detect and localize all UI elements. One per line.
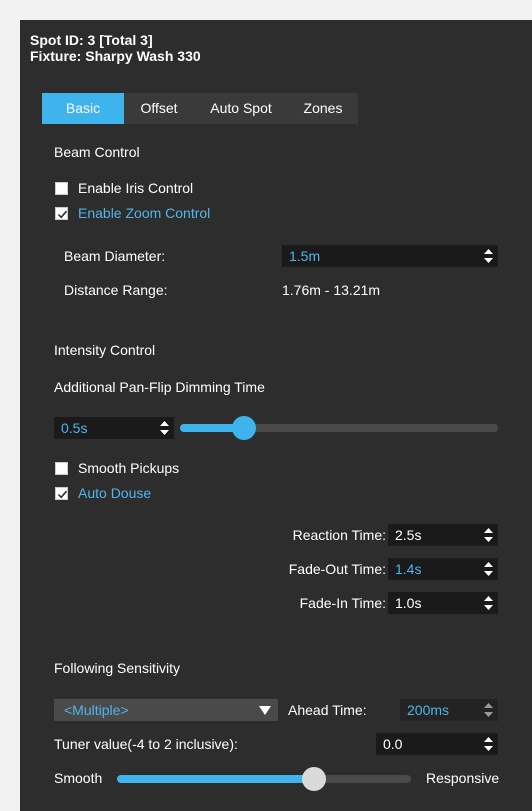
pan-flip-slider[interactable] [180, 416, 498, 440]
fade-out-time-spinbox[interactable]: 1.4s [388, 558, 498, 580]
spin-arrows-icon[interactable] [484, 703, 493, 717]
sensitivity-slider[interactable] [117, 767, 411, 791]
spin-arrows-icon[interactable] [484, 528, 493, 542]
beam-control-heading: Beam Control [54, 144, 140, 160]
smooth-pickups-label: Smooth Pickups [78, 460, 180, 476]
beam-diameter-value: 1.5m [289, 248, 321, 264]
tab-bar: Basic Offset Auto Spot Zones [42, 93, 358, 124]
enable-iris-label: Enable Iris Control [78, 180, 194, 196]
pan-flip-time-value: 0.5s [61, 420, 88, 436]
spin-arrows-icon[interactable] [484, 249, 493, 263]
sensitivity-slider-fill [117, 775, 314, 783]
distance-range-label: Distance Range: [64, 282, 168, 298]
spin-arrows-icon[interactable] [484, 596, 493, 610]
responsive-label: Responsive [426, 770, 500, 786]
pan-flip-time-spinbox[interactable]: 0.5s [54, 417, 174, 439]
spin-arrows-icon[interactable] [484, 562, 493, 576]
reaction-time-label: Reaction Time: [292, 527, 386, 543]
pan-flip-dimming-label: Additional Pan-Flip Dimming Time [54, 379, 265, 395]
reaction-time-value: 2.5s [395, 527, 422, 543]
enable-zoom-checkbox[interactable] [55, 207, 68, 220]
enable-zoom-label: Enable Zoom Control [78, 205, 211, 221]
tab-auto-spot[interactable]: Auto Spot [194, 93, 288, 124]
fixture-label: Fixture: Sharpy Wash 330 [30, 48, 201, 64]
spot-settings-panel: Spot ID: 3 [Total 3] Fixture: Sharpy Was… [20, 20, 532, 811]
intensity-control-heading: Intensity Control [54, 342, 156, 358]
distance-range-value: 1.76m - 13.21m [282, 282, 381, 298]
tab-offset[interactable]: Offset [124, 93, 194, 124]
smooth-pickups-checkbox[interactable] [55, 462, 68, 475]
tuner-value-label: Tuner value(-4 to 2 inclusive): [54, 736, 238, 752]
tab-zones[interactable]: Zones [288, 93, 358, 124]
fade-in-time-spinbox[interactable]: 1.0s [388, 592, 498, 614]
reaction-time-spinbox[interactable]: 2.5s [388, 524, 498, 546]
beam-diameter-label: Beam Diameter: [64, 248, 166, 264]
tuner-value-spinbox[interactable]: 0.0 [376, 733, 498, 755]
beam-diameter-spinbox[interactable]: 1.5m [282, 245, 498, 267]
following-sensitivity-heading: Following Sensitivity [54, 660, 181, 676]
spin-arrows-icon[interactable] [484, 737, 493, 751]
fade-out-time-label: Fade-Out Time: [288, 561, 386, 577]
dropdown-arrow-icon[interactable] [259, 706, 271, 715]
enable-iris-checkbox[interactable] [55, 182, 68, 195]
fade-in-time-value: 1.0s [395, 595, 422, 611]
pan-flip-slider-handle[interactable] [232, 416, 256, 440]
spot-id-label: Spot ID: 3 [Total 3] [30, 32, 153, 48]
sensitivity-slider-handle[interactable] [302, 767, 326, 791]
tuner-value: 0.0 [383, 736, 403, 752]
ahead-time-spinbox[interactable]: 200ms [400, 699, 498, 721]
auto-douse-checkbox[interactable] [55, 487, 68, 500]
spin-arrows-icon[interactable] [160, 421, 169, 435]
fade-in-time-label: Fade-In Time: [299, 595, 386, 611]
checkmark-icon [57, 490, 68, 499]
sensitivity-preset-value: <Multiple> [64, 702, 129, 718]
auto-douse-label: Auto Douse [78, 485, 152, 501]
sensitivity-preset-dropdown[interactable]: <Multiple> [54, 699, 278, 721]
ahead-time-label: Ahead Time: [288, 702, 367, 718]
checkmark-icon [57, 210, 68, 219]
fade-out-time-value: 1.4s [395, 561, 422, 577]
tab-basic[interactable]: Basic [42, 93, 124, 124]
smooth-label: Smooth [54, 770, 103, 786]
ahead-time-value: 200ms [407, 702, 450, 718]
